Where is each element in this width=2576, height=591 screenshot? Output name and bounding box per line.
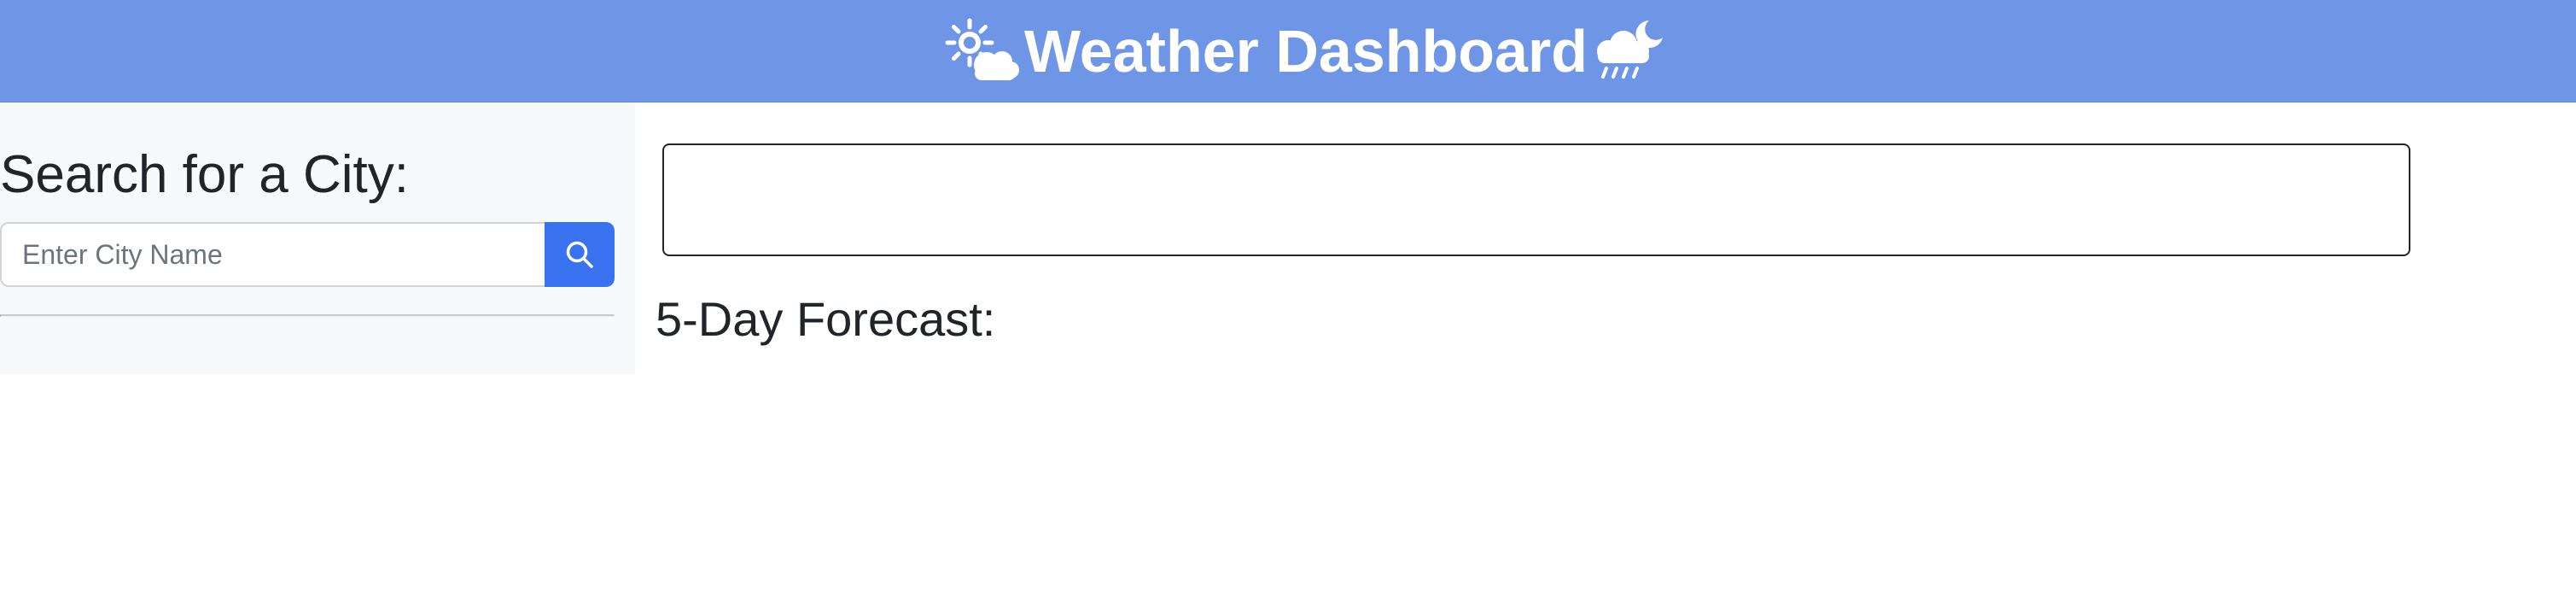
search-heading: Search for a City: [0, 145, 409, 204]
forecast-cards-container [656, 359, 2410, 530]
city-search-input[interactable] [0, 222, 545, 287]
cloud-rain-moon-icon [1589, 17, 1668, 85]
search-sidebar: Search for a City: [0, 102, 635, 374]
search-form [0, 222, 615, 287]
search-button[interactable] [545, 222, 615, 287]
page-title: Weather Dashboard [1024, 17, 1588, 85]
header-title-group: Weather Dashboard [944, 17, 1668, 85]
sidebar-divider [0, 314, 615, 317]
app-header: Weather Dashboard [0, 0, 2576, 102]
sun-behind-cloud-icon [944, 17, 1023, 85]
search-history-list [0, 321, 615, 369]
forecast-heading: 5-Day Forecast: [656, 292, 996, 346]
current-weather-card [662, 143, 2410, 256]
search-icon [564, 239, 595, 270]
